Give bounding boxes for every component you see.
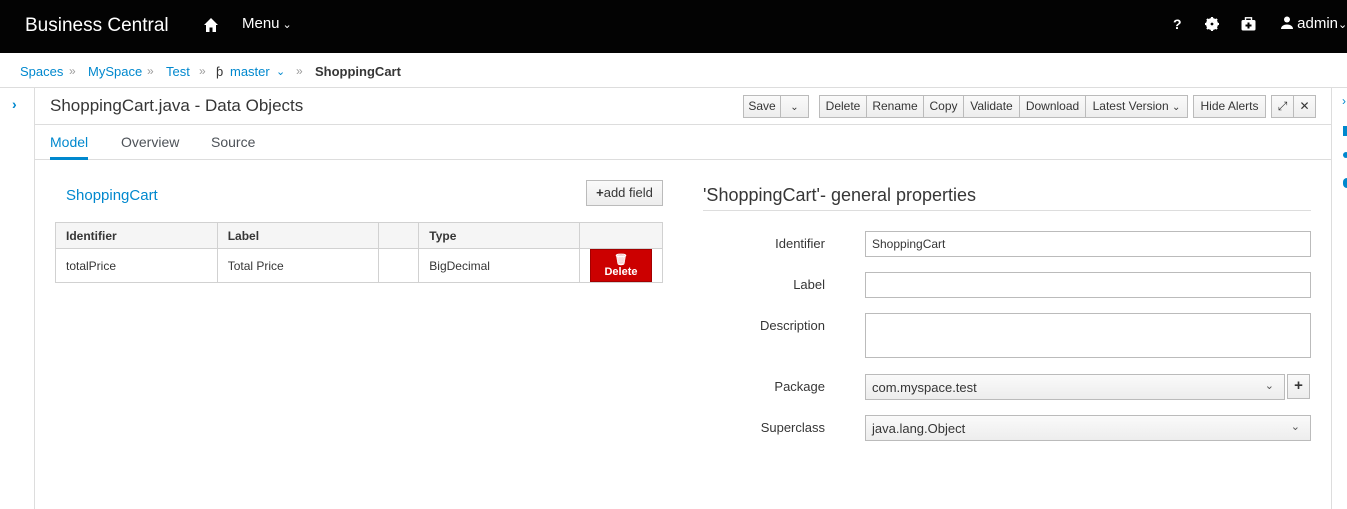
field-label: Total Price bbox=[216, 248, 380, 283]
identifier-label: Identifier bbox=[775, 236, 825, 251]
fields-table: Identifier Label Type totalPrice Total P… bbox=[55, 222, 663, 283]
column-header[interactable]: Identifier bbox=[55, 222, 218, 249]
top-navbar: Business Central Menu ⌄ ? admin⌄ bbox=[0, 0, 1347, 53]
plus-icon: + bbox=[596, 185, 604, 200]
data-object-name[interactable]: ShoppingCart bbox=[66, 187, 158, 204]
chevron-right-icon[interactable]: › bbox=[12, 96, 17, 112]
user-name: admin bbox=[1297, 15, 1339, 32]
breadcrumb-test[interactable]: Test bbox=[166, 64, 190, 79]
chevron-down-icon: ⌄ bbox=[1264, 380, 1274, 392]
superclass-select[interactable]: java.lang.Object ⌄ bbox=[865, 415, 1311, 441]
package-label: Package bbox=[774, 379, 825, 394]
chevron-down-icon[interactable]: ⌄ bbox=[276, 65, 285, 78]
menu-dropdown[interactable]: Menu ⌄ bbox=[242, 15, 292, 32]
chevron-down-icon: ⌄ bbox=[282, 19, 292, 31]
chevron-down-icon: ⌄ bbox=[1338, 19, 1347, 31]
chevron-right-icon[interactable]: › bbox=[1342, 94, 1347, 108]
tab-model[interactable]: Model bbox=[50, 134, 89, 160]
identifier-field[interactable]: ShoppingCart bbox=[865, 231, 1311, 257]
breadcrumb-current: ShoppingCart bbox=[315, 64, 401, 79]
user-menu[interactable]: admin⌄ bbox=[1281, 15, 1347, 32]
breadcrumb: Spaces » MySpace » Test » ƥ master ⌄ » S… bbox=[0, 53, 1347, 88]
superclass-value: java.lang.Object bbox=[872, 421, 966, 436]
chevron-down-icon: ⌄ bbox=[1290, 421, 1300, 433]
download-button[interactable]: Download bbox=[1019, 95, 1086, 118]
validate-button[interactable]: Validate bbox=[963, 95, 1020, 118]
breadcrumb-separator: » bbox=[147, 64, 154, 78]
chevron-down-icon: ⌄ bbox=[790, 102, 799, 113]
delete-field-label: Delete bbox=[604, 266, 638, 278]
add-package-button[interactable]: + bbox=[1287, 374, 1310, 399]
trash-icon: 🗑 bbox=[614, 254, 628, 266]
branch-icon: ƥ bbox=[216, 64, 224, 79]
column-header[interactable]: Type bbox=[418, 222, 581, 249]
hide-alerts-button[interactable]: Hide Alerts bbox=[1193, 95, 1266, 118]
add-field-label: add field bbox=[603, 185, 653, 200]
editor-title: ShoppingCart.java - Data Objects bbox=[50, 96, 304, 115]
save-dropdown-button[interactable]: ⌄ bbox=[780, 95, 809, 118]
table-header-row: Identifier Label Type bbox=[55, 222, 663, 249]
breadcrumb-spaces[interactable]: Spaces bbox=[20, 64, 63, 79]
plus-icon: + bbox=[1294, 377, 1303, 394]
breadcrumb-separator: » bbox=[296, 64, 303, 78]
editor-tabs: Model Overview Source bbox=[35, 124, 1331, 160]
package-select[interactable]: com.myspace.test ⌄ bbox=[865, 374, 1285, 400]
breadcrumb-branch[interactable]: master bbox=[230, 64, 270, 79]
latest-version-label: Latest Version bbox=[1092, 99, 1169, 113]
maximize-icon[interactable]: ⤢ bbox=[1271, 95, 1294, 118]
home-icon[interactable] bbox=[203, 17, 219, 33]
rename-button[interactable]: Rename bbox=[866, 95, 924, 118]
superclass-label: Superclass bbox=[760, 420, 825, 435]
column-header bbox=[378, 222, 420, 249]
breadcrumb-separator: » bbox=[199, 64, 206, 78]
field-empty-cell bbox=[378, 248, 420, 283]
label-field[interactable] bbox=[865, 272, 1311, 298]
close-icon[interactable]: ✕ bbox=[1293, 95, 1316, 118]
field-identifier: totalPrice bbox=[55, 248, 218, 283]
column-header[interactable]: Label bbox=[216, 222, 380, 249]
description-field[interactable] bbox=[865, 313, 1311, 358]
delete-button[interactable]: Delete bbox=[819, 95, 867, 118]
copy-button[interactable]: Copy bbox=[923, 95, 964, 118]
tab-overview[interactable]: Overview bbox=[121, 134, 179, 150]
left-rail: › bbox=[0, 88, 35, 509]
globe-icon[interactable] bbox=[1343, 178, 1347, 188]
brand-title[interactable]: Business Central bbox=[25, 15, 169, 37]
breadcrumb-separator: » bbox=[69, 64, 76, 78]
add-field-button[interactable]: +add field bbox=[586, 180, 663, 206]
menu-label: Menu bbox=[242, 15, 280, 32]
right-rail: › bbox=[1331, 88, 1347, 509]
link-icon[interactable] bbox=[1343, 152, 1347, 158]
table-row[interactable]: totalPrice Total Price BigDecimal 🗑 Dele… bbox=[55, 248, 663, 283]
field-actions: 🗑 Delete bbox=[579, 248, 663, 283]
package-value: com.myspace.test bbox=[872, 380, 977, 395]
save-button[interactable]: Save bbox=[743, 95, 781, 118]
description-label: Description bbox=[759, 318, 825, 333]
column-header bbox=[579, 222, 663, 249]
field-type: BigDecimal bbox=[418, 248, 581, 283]
properties-title: 'ShoppingCart'- general properties bbox=[703, 185, 977, 205]
divider bbox=[703, 210, 1311, 211]
breadcrumb-myspace[interactable]: MySpace bbox=[88, 64, 142, 79]
help-icon[interactable]: ? bbox=[1173, 16, 1182, 32]
docs-icon[interactable] bbox=[1343, 126, 1347, 136]
delete-field-button[interactable]: 🗑 Delete bbox=[590, 249, 652, 282]
label-label: Label bbox=[793, 277, 825, 292]
tab-source[interactable]: Source bbox=[211, 134, 255, 150]
gear-icon[interactable] bbox=[1205, 17, 1219, 31]
chevron-down-icon: ⌄ bbox=[1172, 102, 1181, 113]
latest-version-dropdown[interactable]: Latest Version ⌄ bbox=[1085, 95, 1188, 118]
user-icon bbox=[1281, 16, 1293, 29]
medkit-icon[interactable] bbox=[1241, 17, 1256, 31]
